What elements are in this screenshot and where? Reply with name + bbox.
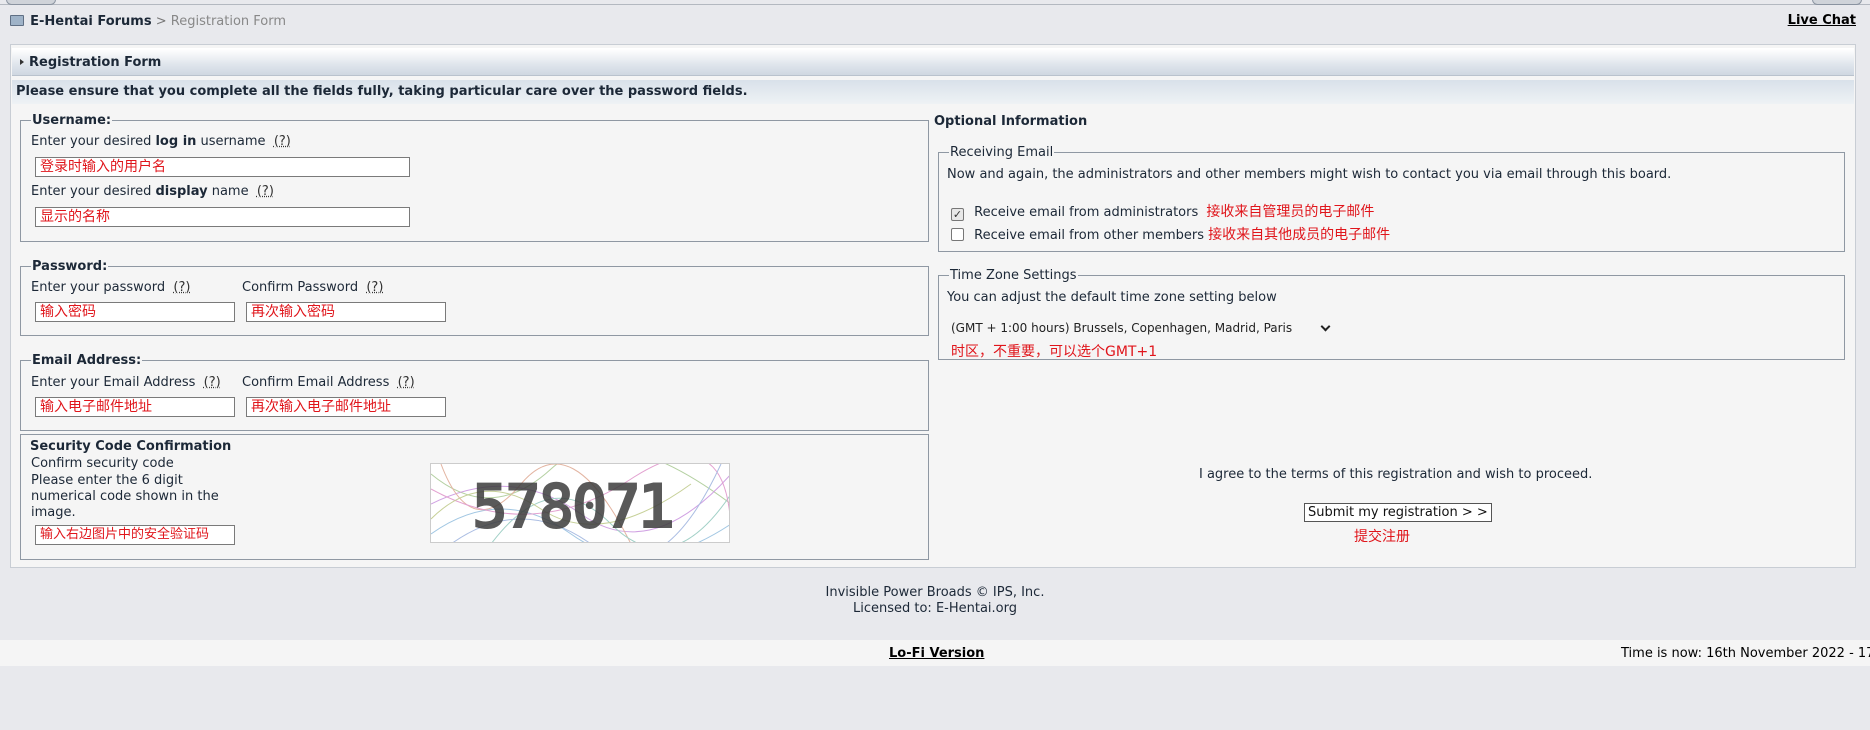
members-email-checkbox[interactable] — [951, 228, 964, 241]
server-time: Time is now: 16th November 2022 - 17: — [1621, 646, 1870, 661]
display-name-input[interactable]: 显示的名称 — [35, 207, 410, 227]
breadcrumb: E-Hentai Forums > Registration Form — [10, 14, 286, 29]
security-title: Security Code Confirmation — [30, 439, 232, 454]
top-left-tab — [6, 0, 56, 5]
password-input[interactable]: 输入密码 — [35, 302, 235, 322]
help-link[interactable]: (?) — [204, 375, 221, 390]
panel-header: Registration Form — [12, 48, 1854, 76]
password-label: Enter your password (?) — [31, 280, 191, 295]
admin-email-row: ✓ Receive email from administrators 接收来自… — [951, 201, 1374, 221]
timezone-desc: You can adjust the default time zone set… — [947, 290, 1277, 305]
copyright-line: Invisible Power Broads © IPS, Inc. — [825, 585, 1045, 600]
receiving-email-legend: Receiving Email — [950, 145, 1054, 160]
help-link[interactable]: (?) — [173, 280, 190, 295]
username-legend: Username: — [32, 113, 112, 128]
admin-email-checkbox[interactable]: ✓ — [951, 208, 964, 221]
captcha-text: 578071 — [471, 470, 675, 543]
email-fieldset: Email Address: — [20, 353, 929, 431]
timezone-value: (GMT + 1:00 hours) Brussels, Copenhagen,… — [951, 321, 1293, 335]
help-link[interactable]: (?) — [257, 184, 274, 199]
breadcrumb-separator: > — [155, 14, 167, 29]
panel-notice: Please ensure that you complete all the … — [12, 80, 1854, 104]
members-email-row: Receive email from other members 接收来自其他成… — [951, 224, 1390, 244]
live-chat-link[interactable]: Live Chat — [1788, 13, 1856, 28]
login-username-input[interactable]: 登录时输入的用户名 — [35, 157, 410, 177]
confirm-password-input[interactable]: 再次输入密码 — [246, 302, 446, 322]
lofi-version-link[interactable]: Lo-Fi Version — [889, 646, 984, 661]
captcha-image: 578071 — [430, 463, 730, 543]
email-input[interactable]: 输入电子邮件地址 — [35, 397, 235, 417]
password-fieldset: Password: — [20, 259, 929, 336]
submit-note: 提交注册 — [1354, 529, 1410, 545]
confirm-email-input[interactable]: 再次输入电子邮件地址 — [246, 397, 446, 417]
security-line2: Please enter the 6 digit — [31, 473, 183, 488]
security-line4: image. — [31, 505, 76, 520]
help-link[interactable]: (?) — [274, 134, 291, 149]
breadcrumb-current: Registration Form — [170, 14, 287, 29]
security-line1: Confirm security code — [31, 456, 174, 471]
receiving-email-desc: Now and again, the administrators and ot… — [947, 167, 1672, 182]
security-line3: numerical code shown in the — [31, 489, 219, 504]
top-right-tab — [1812, 0, 1862, 5]
submit-registration-button[interactable]: Submit my registration > > — [1304, 503, 1492, 522]
optional-title: Optional Information — [934, 114, 1088, 129]
password-legend: Password: — [32, 259, 108, 274]
members-email-label: Receive email from other members — [974, 228, 1204, 243]
login-username-label: Enter your desired log in username (?) — [31, 134, 291, 149]
top-border — [0, 0, 1870, 5]
admin-email-label: Receive email from administrators — [974, 205, 1199, 220]
display-name-label: Enter your desired display name (?) — [31, 184, 274, 199]
timezone-legend: Time Zone Settings — [950, 268, 1077, 283]
chevron-down-icon — [1320, 321, 1331, 332]
email-label: Enter your Email Address (?) — [31, 375, 221, 390]
members-email-note: 接收来自其他成员的电子邮件 — [1208, 227, 1391, 243]
help-link[interactable]: (?) — [366, 280, 383, 295]
help-link[interactable]: (?) — [398, 375, 415, 390]
folder-icon — [10, 15, 24, 26]
breadcrumb-forum-link[interactable]: E-Hentai Forums — [30, 14, 151, 29]
confirm-email-label: Confirm Email Address (?) — [242, 375, 415, 390]
timezone-select[interactable]: (GMT + 1:00 hours) Brussels, Copenhagen,… — [947, 320, 1334, 340]
email-legend: Email Address: — [32, 353, 142, 368]
license-line: Licensed to: E-Hentai.org — [852, 601, 1017, 616]
agree-text: I agree to the terms of this registratio… — [1199, 467, 1593, 482]
confirm-password-label: Confirm Password (?) — [242, 280, 384, 295]
notice-text: Please ensure that you complete all the … — [16, 84, 748, 99]
admin-email-note: 接收来自管理员的电子邮件 — [1206, 204, 1375, 220]
panel-title: Registration Form — [29, 55, 162, 70]
security-code-input[interactable]: 输入右边图片中的安全验证码 — [35, 525, 235, 545]
arrow-right-icon — [20, 59, 24, 65]
timezone-note: 时区，不重要，可以选个GMT+1 — [951, 344, 1158, 360]
